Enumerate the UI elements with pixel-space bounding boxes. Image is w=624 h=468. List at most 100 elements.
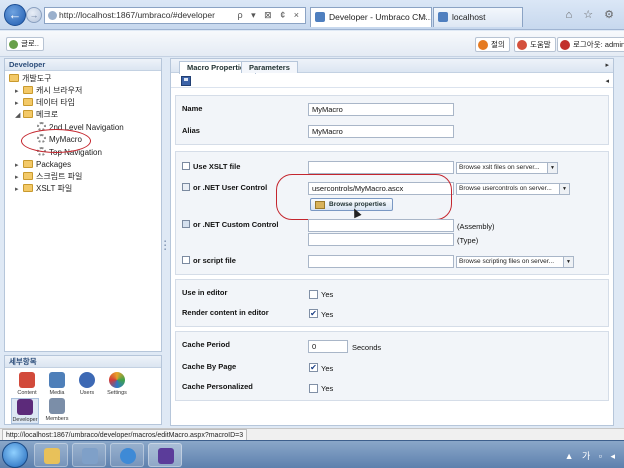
usercontrol-label-text: or .NET User Control bbox=[193, 183, 268, 192]
xslt-label-text: Use XSLT file bbox=[193, 162, 241, 171]
tab-label: Developer - Umbraco CM... bbox=[329, 12, 432, 22]
help-icon bbox=[478, 40, 488, 50]
assembly-label: (Assembly) bbox=[457, 222, 495, 231]
panel-splitter[interactable]: ▪ ▪ ▪ bbox=[164, 239, 168, 253]
script-file-label-text: or script file bbox=[193, 256, 236, 265]
usercontrol-label: or .NET User Control bbox=[182, 183, 267, 192]
taskbar-app[interactable] bbox=[72, 443, 106, 467]
folder-icon bbox=[23, 160, 33, 168]
section-label: Settings bbox=[107, 390, 127, 396]
taskbar-visual-studio[interactable] bbox=[148, 443, 182, 467]
tree-node-datatypes[interactable]: ▸ 데이터 타입 bbox=[15, 97, 75, 109]
tree-node-cache-browser[interactable]: ▸ 캐시 브라우저 bbox=[15, 85, 82, 97]
app-icon bbox=[82, 448, 98, 464]
name-input[interactable]: MyMacro bbox=[308, 103, 454, 116]
type-input[interactable] bbox=[308, 233, 454, 246]
browser-tool-icons[interactable]: ⌂ ☆ ⚙ bbox=[566, 8, 618, 21]
language-selector[interactable]: 글로.. bbox=[6, 37, 44, 51]
name-alias-section: Name MyMacro Alias MyMacro bbox=[175, 95, 609, 145]
folder-icon bbox=[23, 98, 33, 106]
tree-node-root[interactable]: 개발도구 bbox=[9, 73, 51, 85]
assembly-input[interactable] bbox=[308, 219, 454, 232]
back-button[interactable]: ← bbox=[4, 4, 26, 26]
tabs-scroll-right-icon[interactable]: ▸ bbox=[605, 61, 609, 69]
xslt-input[interactable] bbox=[308, 161, 454, 174]
umbraco-favicon-icon bbox=[315, 12, 325, 22]
tree-node-label: 캐시 브라우저 bbox=[36, 86, 83, 95]
cache-personalized-checkbox[interactable] bbox=[309, 384, 318, 393]
folder-icon bbox=[9, 74, 19, 82]
section-media[interactable]: Media bbox=[43, 372, 71, 396]
script-file-input[interactable] bbox=[308, 255, 454, 268]
collapse-icon[interactable]: ◢ bbox=[15, 110, 23, 122]
cache-section: Cache Period 0 Seconds Cache By Page ✔ Y… bbox=[175, 331, 609, 401]
start-button-icon[interactable] bbox=[2, 442, 28, 468]
system-tray[interactable]: ▲ 가 ▫ ◂ bbox=[565, 449, 618, 462]
tab-localhost[interactable]: localhost bbox=[433, 7, 523, 27]
section-members[interactable]: Members bbox=[43, 398, 71, 422]
tree-node-label: 메크로 bbox=[36, 110, 59, 119]
render-content-checkbox[interactable]: ✔ bbox=[309, 309, 318, 318]
help-button[interactable]: 절의 bbox=[475, 37, 510, 52]
editor-tabs: Macro Properties Parameters ▸ bbox=[171, 59, 613, 74]
address-bar-icons[interactable]: ρ ▾ ⊠ ¢ × bbox=[238, 8, 302, 23]
xslt-browse-select[interactable]: Browse xslt files on server... ▼ bbox=[456, 162, 558, 174]
toolbar-scroll-left-icon[interactable]: ◂ bbox=[605, 77, 609, 85]
taskbar-ie[interactable] bbox=[110, 443, 144, 467]
language-label: 글로.. bbox=[21, 39, 39, 48]
section-content[interactable]: Content bbox=[13, 372, 41, 396]
use-in-editor-yes: Yes bbox=[321, 290, 334, 299]
internet-explorer-icon bbox=[120, 448, 136, 464]
use-in-editor-checkbox[interactable] bbox=[309, 290, 318, 299]
section-users[interactable]: Users bbox=[73, 372, 101, 396]
save-icon[interactable] bbox=[181, 76, 191, 86]
tree-node-xslt[interactable]: ▸ XSLT 파일 bbox=[15, 183, 72, 195]
section-settings[interactable]: Settings bbox=[103, 372, 131, 396]
taskbar: ▲ 가 ▫ ◂ bbox=[0, 440, 624, 468]
content-icon bbox=[19, 372, 35, 388]
alias-input[interactable]: MyMacro bbox=[308, 125, 454, 138]
xslt-label: Use XSLT file bbox=[182, 162, 240, 171]
sections-panel: 세부항목 Content Media Users Settings Develo… bbox=[4, 355, 162, 425]
usercontrol-browse-select[interactable]: Browse usercontrols on server... ▼ bbox=[456, 183, 570, 195]
folder-icon bbox=[23, 86, 33, 94]
expand-icon[interactable]: ▸ bbox=[15, 184, 23, 196]
cache-period-label: Cache Period bbox=[182, 340, 230, 349]
forward-button[interactable]: → bbox=[26, 7, 42, 23]
cache-by-page-label: Cache By Page bbox=[182, 362, 237, 371]
section-label: Users bbox=[79, 390, 95, 396]
chevron-down-icon: ▼ bbox=[559, 184, 569, 194]
cache-by-page-checkbox[interactable]: ✔ bbox=[309, 363, 318, 372]
tree-node-scripts[interactable]: ▸ 스크립트 파일 bbox=[15, 171, 82, 183]
close-tab-icon[interactable]: × bbox=[422, 8, 427, 26]
section-developer[interactable]: Developer bbox=[11, 398, 39, 424]
render-content-yes: Yes bbox=[321, 310, 334, 319]
tab-parameters[interactable]: Parameters bbox=[241, 61, 298, 73]
media-icon bbox=[49, 372, 65, 388]
address-bar[interactable]: http://localhost:1867/umbraco/#developer… bbox=[44, 7, 306, 24]
tab-developer[interactable]: Developer - Umbraco CM... × bbox=[310, 7, 432, 27]
sections-header: 세부항목 bbox=[5, 356, 161, 368]
script-browse-select[interactable]: Browse scripting files on server... ▼ bbox=[456, 256, 574, 268]
taskbar-explorer[interactable] bbox=[34, 443, 68, 467]
visual-studio-icon bbox=[158, 448, 174, 464]
folder-icon bbox=[23, 110, 33, 118]
custom-control-label: or .NET Custom Control bbox=[182, 220, 278, 229]
page-icon bbox=[48, 11, 57, 20]
search-help-button[interactable]: 도움말 bbox=[514, 37, 556, 52]
help-label: 절의 bbox=[491, 40, 505, 49]
xslt-file-icon bbox=[182, 162, 190, 170]
section-label: Media bbox=[49, 390, 65, 396]
macro-editor-panel: Macro Properties Parameters ▸ ◂ Name MyM… bbox=[170, 58, 614, 426]
tree-node-macros[interactable]: ◢ 메크로 bbox=[15, 109, 58, 121]
logout-label: 로그아웃: admin bbox=[573, 40, 624, 49]
tree-header: Developer bbox=[5, 59, 161, 71]
tree-node-packages[interactable]: ▸ Packages bbox=[15, 159, 71, 171]
logout-button[interactable]: 로그아웃: admin bbox=[557, 37, 624, 52]
custom-control-icon bbox=[182, 220, 190, 228]
localhost-favicon-icon bbox=[438, 12, 448, 22]
use-in-editor-label: Use in editor bbox=[182, 288, 228, 297]
cache-period-input[interactable]: 0 bbox=[308, 340, 348, 353]
developer-icon bbox=[17, 399, 33, 415]
members-icon bbox=[49, 398, 65, 414]
